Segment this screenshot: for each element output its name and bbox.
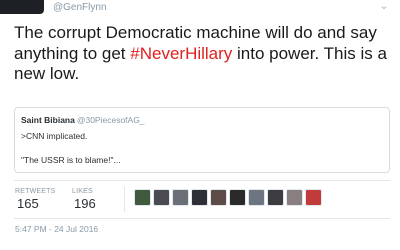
liker-avatar-9[interactable] (286, 189, 303, 206)
divider (14, 180, 390, 181)
liker-avatar-7[interactable] (248, 189, 265, 206)
quoted-text-line2: "The USSR is to blame!"... (21, 155, 121, 165)
divider (14, 218, 390, 219)
author-handle[interactable]: @GenFlynn (53, 2, 107, 13)
stats-separator (124, 186, 125, 212)
liker-avatar-3[interactable] (172, 189, 189, 206)
retweets-label: RETWEETS (15, 188, 56, 195)
hashtag-link[interactable]: #NeverHillary (130, 44, 232, 63)
quoted-tweet[interactable]: Saint Bibiana @30PiecesofAG_ >CNN implica… (14, 107, 390, 173)
quoted-author-name: Saint Bibiana (21, 115, 75, 125)
quoted-tweet-header: Saint Bibiana @30PiecesofAG_ (21, 115, 145, 125)
tweet-text: The corrupt Democratic machine will do a… (14, 23, 394, 85)
liker-avatar-5[interactable] (210, 189, 227, 206)
liker-avatar-4[interactable] (191, 189, 208, 206)
liker-avatar-1[interactable] (134, 189, 151, 206)
liker-avatar-8[interactable] (267, 189, 284, 206)
quoted-text-line1: >CNN implicated. (21, 131, 88, 141)
likes-count[interactable]: 196 (74, 196, 96, 211)
quoted-author-handle: @30PiecesofAG_ (76, 115, 145, 125)
profile-avatar[interactable] (0, 0, 44, 14)
liker-avatar-10[interactable] (305, 189, 322, 206)
retweets-count[interactable]: 165 (17, 196, 39, 211)
liker-avatar-2[interactable] (153, 189, 170, 206)
chevron-down-icon[interactable]: ⌄ (378, 0, 390, 12)
likes-label: LIKES (72, 188, 93, 195)
tweet-timestamp[interactable]: 5:47 PM - 24 Jul 2016 (15, 224, 98, 234)
liker-avatar-6[interactable] (229, 189, 246, 206)
